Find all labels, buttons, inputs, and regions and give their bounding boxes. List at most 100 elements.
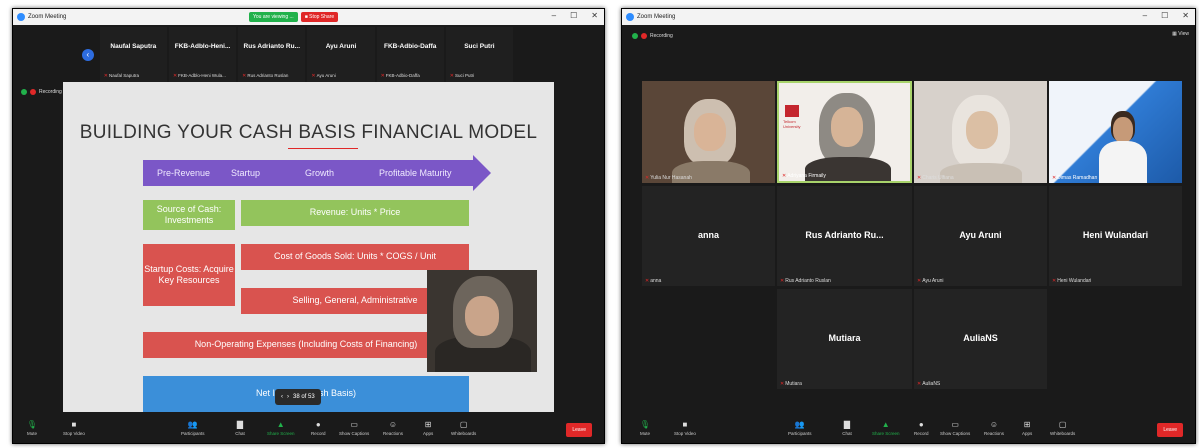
chat-icon: ▇	[236, 419, 244, 429]
strip-tile[interactable]: Ayu Aruni ✕Ayu Aruni	[307, 27, 375, 83]
participant-strip: ‹ Naufal Saputra ✕Naufal Saputra FKB-Adbl…	[78, 27, 513, 83]
captions-icon: ▭	[951, 419, 959, 429]
mic-muted-icon: ✕	[172, 73, 178, 79]
zoom-app-icon	[626, 13, 634, 21]
reactions-button[interactable]: ☺ Reactions	[984, 419, 1004, 437]
participants-button[interactable]: 👥 Participants	[181, 419, 205, 437]
participants-icon: 👥	[794, 419, 805, 429]
video-tile-active-speaker[interactable]: Telkom University ✕Adriyana Firmaily	[777, 81, 912, 183]
share-screen-button[interactable]: ▲ Share Screen	[872, 419, 900, 437]
maximize-icon[interactable]: ☐	[570, 11, 577, 20]
stop-video-button[interactable]: ■ Stop Video	[63, 419, 85, 437]
stage-label: Startup	[231, 168, 261, 178]
meeting-toolbar: 🎙 Mute ■ Stop Video 👥 Participants ▇ Chat ▲ S…	[13, 415, 604, 443]
reactions-icon: ☺	[388, 419, 398, 429]
video-tile[interactable]: ✕Yulia Nur Hasanah	[642, 81, 775, 183]
participant-tile[interactable]: Rus Adrianto Ru... ✕Rus Adrianto Ruslan	[777, 186, 912, 286]
chat-button[interactable]: ▇ Chat	[842, 419, 852, 437]
stop-share-button[interactable]: ■ Stop Share	[300, 12, 339, 22]
mic-muted-icon: ✕	[1052, 278, 1057, 284]
security-icon	[632, 33, 638, 39]
whiteboards-button[interactable]: ▢ Whiteboards	[451, 419, 476, 437]
leave-button[interactable]: Leave	[1157, 423, 1183, 437]
title-bar: Zoom Meeting – ☐ ✕	[622, 9, 1195, 25]
mic-muted-icon: ✕	[1052, 175, 1057, 181]
show-captions-button[interactable]: ▭ Show Captions	[339, 419, 369, 437]
video-tile[interactable]: ✕Charis Ulfiana	[914, 81, 1047, 183]
participant-tile[interactable]: Mutiara ✕Mutiara	[777, 289, 912, 389]
apps-button[interactable]: ⊞ Apps	[423, 419, 433, 437]
video-tile[interactable]: ✕Dimas Ramadhan	[1049, 81, 1182, 183]
window-controls: – ☐ ✕	[1143, 11, 1189, 20]
meeting-toolbar: 🎙 Mute ■ Stop Video 👥 Participants ▇ Chat ▲ S…	[622, 415, 1195, 443]
close-icon[interactable]: ✕	[591, 11, 598, 20]
mic-muted-icon: ✕	[242, 73, 247, 79]
strip-tile[interactable]: Rus Adrianto Ru... ✕Rus Adrianto Ruslan	[238, 27, 306, 83]
record-icon: ●	[315, 419, 321, 429]
recording-icon	[641, 33, 647, 39]
apps-icon: ⊞	[424, 419, 432, 429]
chat-button[interactable]: ▇ Chat	[235, 419, 245, 437]
viewing-status: You are viewing ...	[249, 12, 298, 22]
participant-tile[interactable]: AuliaNS ✕AuliaNS	[914, 289, 1047, 389]
strip-tile[interactable]: Naufal Saputra ✕Naufal Saputra	[99, 27, 167, 83]
strip-tile[interactable]: FKB-Adblo-Heni... ✕FKB-Adblo-Heni Wula...	[168, 27, 237, 83]
mute-button[interactable]: 🎙 Mute	[26, 419, 38, 437]
participants-icon: 👥	[187, 419, 198, 429]
recording-indicator: Recording	[632, 33, 673, 39]
view-button[interactable]: ▦ View	[1172, 31, 1189, 37]
apps-button[interactable]: ⊞ Apps	[1022, 419, 1032, 437]
slide-title: BUILDING YOUR CASH BASIS FINANCIAL MODEL	[79, 122, 538, 143]
mic-muted-icon: ✕	[103, 73, 108, 79]
shared-slide: BUILDING YOUR CASH BASIS FINANCIAL MODEL…	[63, 82, 554, 412]
participant-tile[interactable]: Heni Wulandari ✕Heni Wulandari	[1049, 186, 1182, 286]
participants-button[interactable]: 👥 Participants	[788, 419, 812, 437]
non-operating-box: Non-Operating Expenses (Including Costs …	[143, 332, 469, 358]
show-captions-button[interactable]: ▭ Show Captions	[940, 419, 970, 437]
zoom-window-gallery: Zoom Meeting – ☐ ✕ Recording ▦ View ✕Yul…	[621, 8, 1196, 444]
video-camera-icon: ■	[71, 419, 77, 429]
reactions-button[interactable]: ☺ Reactions	[383, 419, 403, 437]
video-camera-icon: ■	[682, 419, 688, 429]
slide-page-control: ‹ › 38 of 53	[275, 389, 321, 405]
record-icon: ●	[918, 419, 924, 429]
telkom-logo-icon	[785, 105, 799, 117]
chat-icon: ▇	[843, 419, 851, 429]
title-underline	[288, 148, 358, 149]
mic-muted-icon: ✕	[780, 278, 785, 284]
zoom-app-icon	[17, 13, 25, 21]
minimize-icon[interactable]: –	[552, 11, 556, 20]
apps-icon: ⊞	[1023, 419, 1031, 429]
minimize-icon[interactable]: –	[1143, 11, 1147, 20]
share-banner: You are viewing ... ■ Stop Share	[249, 12, 339, 22]
share-screen-button[interactable]: ▲ Share Screen	[267, 419, 295, 437]
security-icon	[21, 89, 27, 95]
strip-tile[interactable]: Suci Putri ✕Suci Putri	[445, 27, 513, 83]
participant-tile[interactable]: Ayu Aruni ✕Ayu Aruni	[914, 186, 1047, 286]
prev-page-button[interactable]: ‹	[281, 394, 283, 400]
microphone-icon: 🎙	[26, 419, 38, 429]
presenter-video	[427, 270, 537, 372]
mic-muted-icon: ✕	[311, 73, 316, 79]
microphone-icon: 🎙	[639, 419, 651, 429]
window-controls: – ☐ ✕	[552, 11, 598, 20]
strip-prev-button[interactable]: ‹	[78, 27, 98, 83]
close-icon[interactable]: ✕	[1182, 11, 1189, 20]
maximize-icon[interactable]: ☐	[1161, 11, 1168, 20]
whiteboards-button[interactable]: ▢ Whiteboards	[1050, 419, 1075, 437]
stop-video-button[interactable]: ■ Stop Video	[674, 419, 696, 437]
mic-muted-icon: ✕	[917, 175, 922, 181]
source-of-cash-box: Source of Cash: Investments	[143, 200, 235, 230]
record-button[interactable]: ● Record	[311, 419, 326, 437]
whiteboard-icon: ▢	[1058, 419, 1067, 429]
record-button[interactable]: ● Record	[914, 419, 929, 437]
stage-label: Profitable Maturity	[379, 168, 452, 178]
leave-button[interactable]: Leave	[566, 423, 592, 437]
cogs-box: Cost of Goods Sold: Units * COGS / Unit	[241, 244, 469, 270]
mic-muted-icon: ✕	[780, 381, 785, 387]
window-title: Zoom Meeting	[637, 14, 676, 20]
strip-tile[interactable]: FKB-Adbio-Daffa ✕FKB-Adbio-Daffa	[376, 27, 444, 83]
mute-button[interactable]: 🎙 Mute	[639, 419, 651, 437]
next-page-button[interactable]: ›	[287, 394, 289, 400]
participant-tile[interactable]: anna ✕anna	[642, 186, 775, 286]
